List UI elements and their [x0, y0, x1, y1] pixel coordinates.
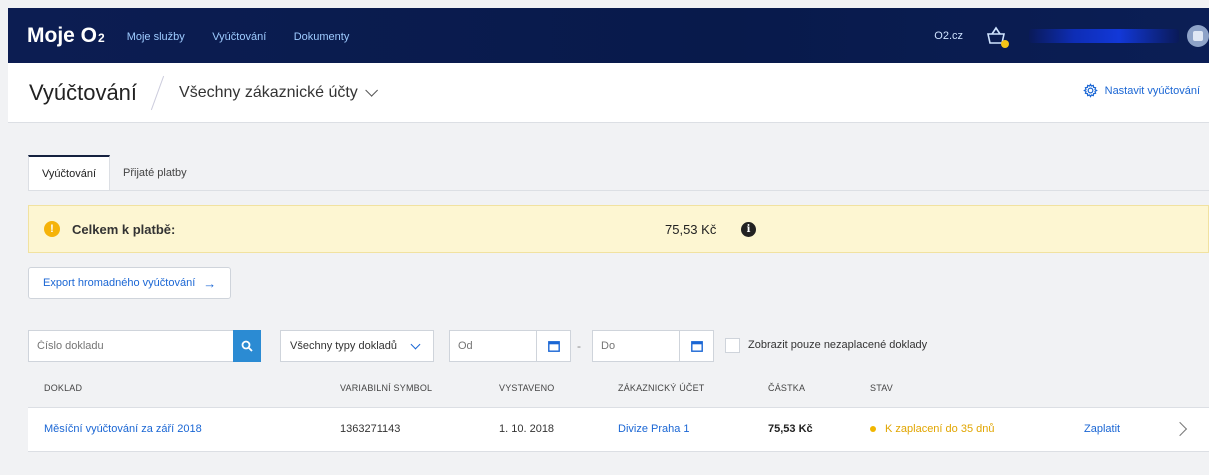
- tab-divider: [28, 190, 1209, 191]
- main-nav: Moje služby Vyúčtování Dokumenty: [127, 27, 373, 45]
- row-amount: 75,53 Kč: [768, 423, 813, 435]
- topbar-right: O2.cz: [934, 8, 1209, 63]
- basket-badge: [1001, 39, 1009, 48]
- date-to-calendar-button[interactable]: [680, 330, 714, 362]
- info-icon[interactable]: i: [741, 221, 756, 237]
- doc-type-select[interactable]: Všechny typy dokladů: [280, 330, 434, 362]
- date-range-separator: -: [577, 339, 581, 353]
- account-select[interactable]: Všechny zákaznické účty: [179, 83, 378, 102]
- search-button[interactable]: [233, 330, 261, 362]
- row-variable-symbol: 1363271143: [340, 423, 401, 435]
- column-variabilni-symbol[interactable]: Variabilní symbol: [340, 383, 432, 393]
- export-button-label: Export hromadného vyúčtování: [43, 277, 196, 289]
- page-header: Vyúčtování Všechny zákaznické účty Nasta…: [8, 63, 1209, 123]
- date-to-input[interactable]: [592, 330, 680, 362]
- date-from-calendar-button[interactable]: [537, 330, 571, 362]
- arrow-right-icon: →: [203, 275, 217, 291]
- header-divider: [150, 75, 165, 110]
- export-bulk-billing-button[interactable]: Export hromadného vyúčtování →: [28, 267, 232, 299]
- nav-moje-sluzby[interactable]: Moje služby: [127, 31, 185, 43]
- total-label: Celkem k platbě:: [72, 221, 176, 237]
- column-zakaznicky-ucet[interactable]: Zákaznický účet: [618, 383, 705, 393]
- user-name-redacted[interactable]: [1029, 28, 1179, 43]
- chevron-right-icon[interactable]: [1172, 421, 1188, 437]
- row-customer-account-link[interactable]: Divize Praha 1: [618, 423, 690, 435]
- date-from-input[interactable]: [449, 330, 537, 362]
- column-vystaveno[interactable]: Vystaveno: [499, 383, 554, 393]
- total-to-pay-banner: ! Celkem k platbě: 75,53 Kč i: [28, 205, 1209, 253]
- basket-icon[interactable]: [985, 25, 1009, 48]
- pay-button[interactable]: Zaplatit: [1084, 423, 1120, 435]
- calendar-icon: [690, 340, 703, 352]
- search-icon: [241, 340, 253, 352]
- status-badge: K zaplacení do 35 dnů: [870, 423, 994, 435]
- calendar-icon: [547, 340, 560, 352]
- status-dot-icon: [870, 426, 876, 432]
- nav-dokumenty[interactable]: Dokumenty: [294, 31, 350, 43]
- tab-bar: Vyúčtování Přijaté platby: [28, 155, 200, 191]
- status-text: K zaplacení do 35 dnů: [885, 423, 995, 435]
- row-issued-date: 1. 10. 2018: [499, 423, 555, 435]
- brand-logo[interactable]: Moje O2: [27, 24, 105, 48]
- tab-prijate-platby[interactable]: Přijaté platby: [110, 155, 200, 191]
- warning-icon: !: [44, 221, 60, 237]
- brand-subscript: 2: [98, 30, 105, 45]
- row-document-link[interactable]: Měsíční vyúčtování za září 2018: [44, 423, 202, 435]
- column-castka[interactable]: Částka: [768, 383, 805, 393]
- billing-table: Doklad Variabilní symbol Vystaveno Zákaz…: [28, 368, 1209, 452]
- brand-text: Moje O: [27, 23, 98, 47]
- avatar-icon: [1193, 30, 1203, 41]
- settings-label: Nastavit vyúčtování: [1104, 84, 1200, 97]
- doc-type-value: Všechny typy dokladů: [290, 340, 398, 352]
- column-doklad[interactable]: Doklad: [44, 383, 82, 393]
- account-select-label: Všechny zákaznické účty: [179, 83, 358, 101]
- column-stav[interactable]: Stav: [870, 383, 893, 393]
- settings-link[interactable]: Nastavit vyúčtování: [1082, 83, 1200, 98]
- top-navigation-bar: Moje O2 Moje služby Vyúčtování Dokumenty…: [8, 8, 1209, 63]
- nav-vyuctovani[interactable]: Vyúčtování: [212, 31, 266, 43]
- table-row[interactable]: Měsíční vyúčtování za září 2018 13632711…: [28, 408, 1209, 452]
- doc-number-input[interactable]: [28, 330, 234, 362]
- unpaid-only-label[interactable]: Zobrazit pouze nezaplacené doklady: [748, 339, 927, 351]
- gear-icon: [1082, 83, 1098, 98]
- page-title: Vyúčtování: [29, 79, 138, 105]
- unpaid-only-checkbox[interactable]: [725, 338, 740, 353]
- tab-vyuctovani[interactable]: Vyúčtování: [28, 155, 111, 191]
- o2-cz-link[interactable]: O2.cz: [934, 30, 963, 42]
- table-header: Doklad Variabilní symbol Vystaveno Zákaz…: [28, 368, 1209, 408]
- chevron-down-icon: [365, 84, 378, 97]
- avatar[interactable]: [1187, 24, 1209, 47]
- chevron-down-icon: [410, 339, 421, 350]
- total-amount: 75,53 Kč: [665, 221, 717, 237]
